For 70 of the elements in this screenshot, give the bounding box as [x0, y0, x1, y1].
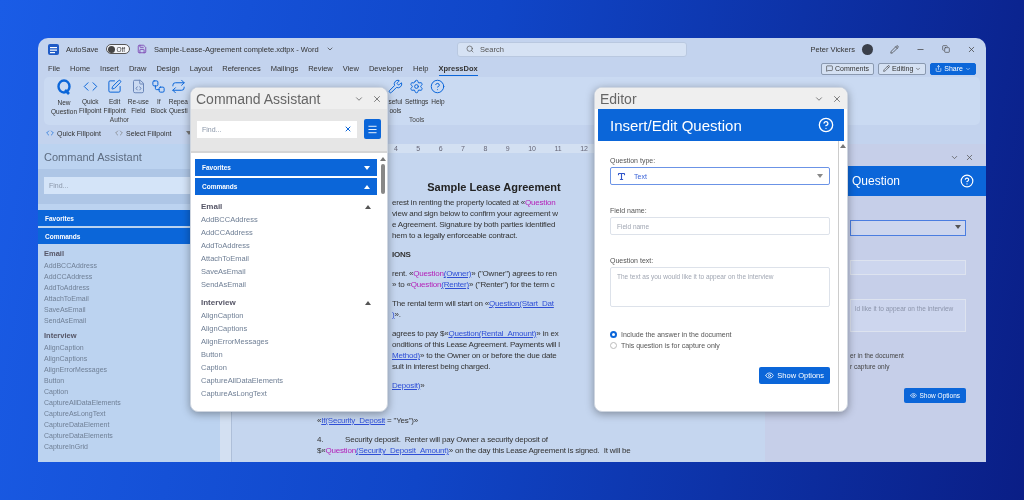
- document-line: » to «Question(Renter)» ("Renter") for the term c: [392, 279, 556, 290]
- edit-icon: [107, 79, 123, 94]
- avatar: [862, 43, 873, 55]
- dropdown-field[interactable]: [850, 220, 966, 236]
- caret-icon[interactable]: [364, 165, 370, 170]
- chevron-icon: [965, 65, 971, 72]
- q-letter-icon: [56, 79, 72, 95]
- document-line: $«Question(Security_Deposit_Amount)» on the day this Lease Agreement is signed. It will be: [317, 445, 632, 456]
- close-icon[interactable]: [967, 44, 976, 54]
- panel-title: Editor: [600, 90, 637, 107]
- pencil-icon: [882, 65, 890, 72]
- caret-icon[interactable]: [365, 204, 371, 209]
- document-line: Method)» to the Owner on or before the due date: [392, 350, 558, 361]
- clear-icon[interactable]: [344, 125, 352, 133]
- document-line: view and sign below to confirm your agreement w: [392, 208, 559, 219]
- close-icon[interactable]: [965, 152, 974, 162]
- group-heading[interactable]: Interview: [195, 293, 377, 309]
- radio-button[interactable]: [610, 342, 617, 349]
- document-line: agrees to pay $«Question(Rental_Amount)» in ex: [392, 328, 560, 339]
- panel-header: Insert/Edit Question: [598, 109, 844, 141]
- chevron-icon: [915, 65, 922, 72]
- radio-button[interactable]: [610, 331, 617, 338]
- document-line: 4. Security deposit. Renter will pay Owner a security deposit of: [317, 434, 549, 445]
- wrench-icon: [387, 79, 403, 94]
- caret-icon[interactable]: [817, 174, 823, 178]
- help-icon: [430, 79, 446, 94]
- caret-icon[interactable]: [955, 225, 961, 229]
- menu-button[interactable]: [364, 119, 381, 139]
- comment-icon: [826, 65, 834, 72]
- code-brackets-icon: [46, 129, 54, 137]
- document-line: rent. «Question(Owner)» ("Owner") agrees to ren: [392, 268, 558, 279]
- restore-icon[interactable]: [942, 45, 950, 53]
- group-heading[interactable]: Email: [195, 197, 377, 213]
- eye-icon: [765, 371, 775, 380]
- close-icon[interactable]: [372, 93, 382, 104]
- document-line: Deposit)»: [392, 380, 426, 391]
- document-heading: Sample Lease Agreement: [426, 181, 562, 193]
- code-brackets-icon: [82, 79, 98, 94]
- settings-icon: [409, 79, 425, 94]
- scroll-up-icon[interactable]: [380, 157, 386, 161]
- document-line: onditions of this Lease Agreement. Payments will l: [392, 339, 561, 350]
- document-line: )».: [392, 309, 402, 320]
- eye-icon: [909, 392, 917, 399]
- app-icon: [48, 43, 59, 55]
- input-field[interactable]: [850, 260, 966, 275]
- caret-icon[interactable]: [365, 300, 371, 305]
- repeat-icon: [170, 79, 186, 94]
- search-icon: [466, 45, 475, 53]
- menu-icon: [367, 123, 378, 135]
- panel-title: Command Assistant: [196, 90, 321, 107]
- document-line: IONS: [392, 249, 412, 260]
- save-icon[interactable]: [137, 44, 148, 54]
- flowchart-icon: [151, 79, 167, 94]
- document-line: «If(Security_Deposit = "Yes")»: [317, 415, 419, 426]
- document-line: sult in interest being charged.: [392, 361, 492, 372]
- scroll-up-icon[interactable]: [840, 144, 846, 148]
- document-line: erest in renting the property located at «Question: [392, 197, 557, 208]
- close-icon[interactable]: [832, 93, 842, 104]
- pen-icon[interactable]: [890, 44, 899, 54]
- code-brackets-icon: [114, 129, 123, 137]
- share-icon: [935, 65, 943, 72]
- chevron-icon[interactable]: [325, 45, 334, 53]
- caret-icon[interactable]: [364, 184, 370, 189]
- document-line: The rental term will start on «Question(Start_Dat: [392, 298, 555, 309]
- code-file-icon: [130, 79, 146, 94]
- document-line: e Agreement. Signature by both parties identified: [392, 219, 557, 230]
- document-line: hem to a legally enforceable contract.: [392, 230, 519, 241]
- help-icon[interactable]: [818, 117, 834, 133]
- help-icon[interactable]: [960, 174, 974, 188]
- text-type-icon: [617, 171, 626, 181]
